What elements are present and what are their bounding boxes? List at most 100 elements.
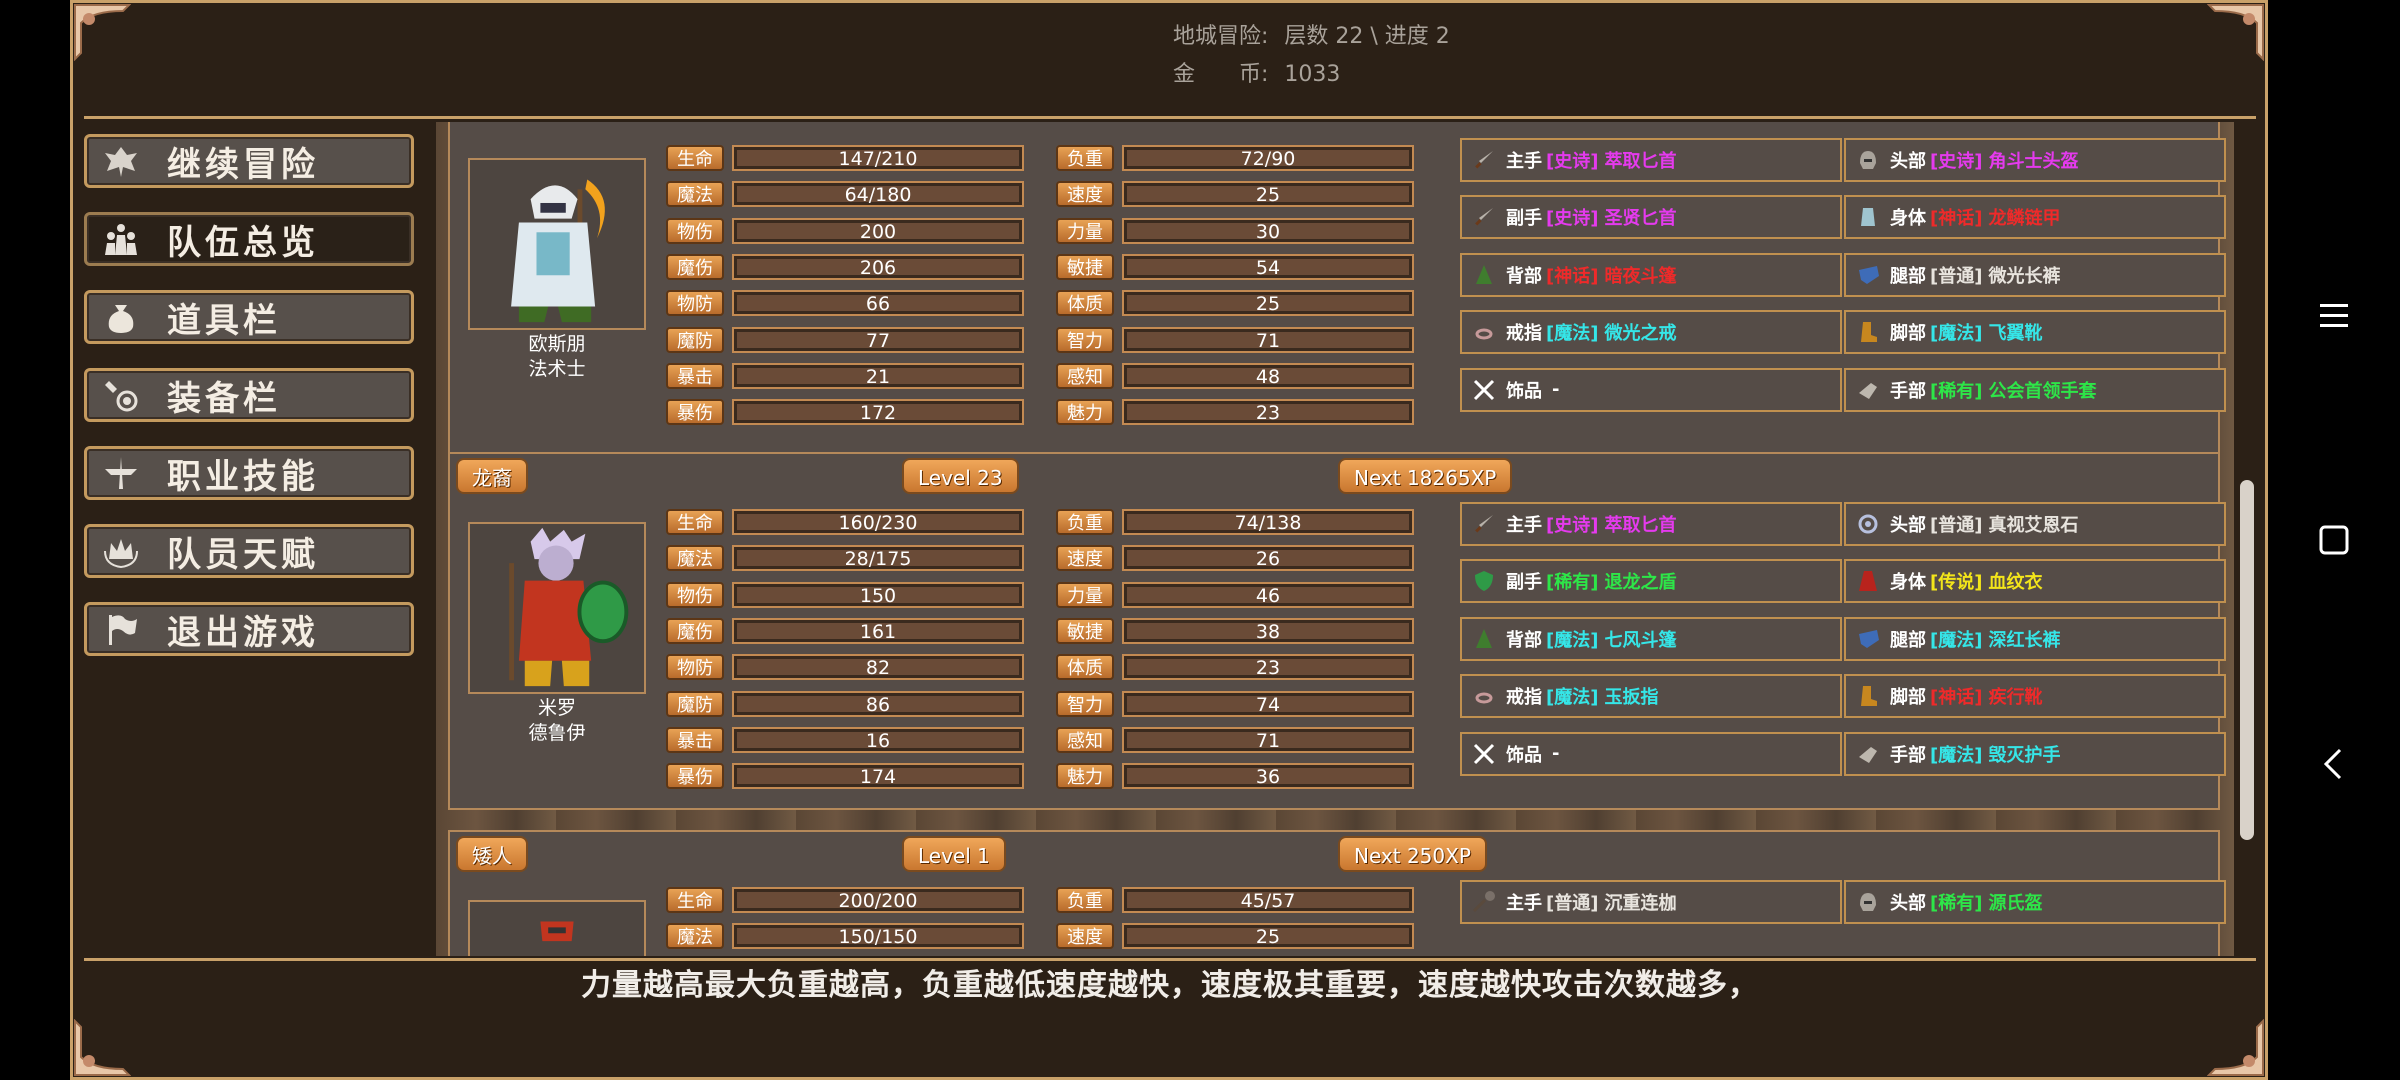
equipment-slot[interactable]: 背部 [魔法] 七风斗篷 — [1460, 616, 1842, 661]
stat-value: 82 — [732, 654, 1024, 681]
pants-icon — [1854, 261, 1882, 289]
stat-value: 147/210 — [732, 145, 1024, 171]
item-name: 沉重连枷 — [1604, 893, 1677, 914]
slot-name: 手部 — [1890, 744, 1926, 766]
equipment-slot[interactable]: 头部 [普通] 真视艾恩石 — [1844, 502, 2226, 546]
slot-name: 背部 — [1506, 629, 1542, 651]
stat-value: 174 — [732, 763, 1024, 790]
stat-row: 生命 200/200 — [666, 886, 1024, 914]
stat-row: 感知 71 — [1056, 726, 1414, 754]
equipment-slot[interactable]: 戒指 [魔法] 玉扳指 — [1460, 674, 1842, 719]
item-name: 七风斗篷 — [1604, 629, 1677, 651]
stat-label: 负重 — [1056, 887, 1114, 913]
stat-row: 速度 25 — [1056, 180, 1414, 208]
home-icon[interactable] — [2310, 516, 2358, 564]
stat-row: 力量 30 — [1056, 217, 1414, 245]
equipment-slot[interactable]: 饰品 - — [1460, 731, 1842, 776]
menu-item-2[interactable]: 道具栏 — [84, 290, 414, 344]
equipment-slot[interactable]: 副手 [史诗] 圣贤匕首 — [1460, 195, 1842, 240]
equipment-slot[interactable]: 腿部 [普通] 微光长裤 — [1844, 252, 2226, 297]
item-name: 萃取匕首 — [1604, 151, 1677, 172]
equipment-slot[interactable]: 身体 [传说] 血纹衣 — [1844, 559, 2226, 604]
menu-item-1[interactable]: 队伍总览 — [84, 212, 414, 266]
stat-label: 魔法 — [666, 923, 724, 950]
header-info: 地城冒险: 层数 22 \ 进度 2 金 币: 1033 — [1173, 18, 1450, 94]
stat-value: 23 — [1122, 654, 1414, 681]
equipment-slot[interactable]: 饰品 - — [1460, 367, 1842, 412]
gloves-icon — [1854, 376, 1882, 404]
equipment-slot[interactable]: 头部 [史诗] 角斗士头盔 — [1844, 138, 2226, 182]
ornament-corner-icon — [73, 1019, 131, 1077]
stat-label: 体质 — [1056, 290, 1114, 317]
slot-name: 戒指 — [1506, 687, 1542, 709]
equipment-slot[interactable]: 头部 [稀有] 源氏盔 — [1844, 880, 2226, 924]
ornament-corner-icon — [73, 3, 131, 61]
equipment-slot[interactable]: 主手 [普通] 沉重连枷 — [1460, 880, 1842, 924]
character-portrait[interactable] — [468, 522, 646, 694]
stat-value: 200/200 — [732, 887, 1024, 913]
equipment-slot[interactable]: 主手 [史诗] 萃取匕首 — [1460, 138, 1842, 182]
menu-label: 职业技能 — [167, 456, 319, 497]
character-portrait[interactable] — [468, 900, 646, 956]
menu-item-0[interactable]: 继续冒险 — [84, 134, 414, 188]
stat-row: 魔伤 206 — [666, 253, 1024, 281]
dragon-icon — [93, 138, 149, 184]
back-icon[interactable] — [2310, 740, 2358, 788]
stat-label: 魔法 — [666, 545, 724, 572]
equipment-slot[interactable]: 脚部 [神话] 疾行靴 — [1844, 674, 2226, 719]
slot-name: 脚部 — [1890, 687, 1926, 709]
menu-item-3[interactable]: 装备栏 — [84, 368, 414, 422]
stat-value: 25 — [1122, 181, 1414, 208]
item-name: - — [1552, 379, 1560, 401]
stat-row: 生命 147/210 — [666, 144, 1024, 172]
equipment-slot[interactable]: 背部 [神话] 暗夜斗篷 — [1460, 252, 1842, 297]
stat-value: 74 — [1122, 690, 1414, 717]
stat-value: 72/90 — [1122, 145, 1414, 171]
menu-item-4[interactable]: 职业技能 — [84, 446, 414, 500]
stat-label: 物防 — [666, 290, 724, 317]
item-name: 源氏盔 — [1988, 893, 2043, 914]
character-name-text: 欧斯朋 — [528, 333, 586, 355]
menu-item-5[interactable]: 队员天赋 — [84, 524, 414, 578]
item-name: 玉扳指 — [1604, 687, 1659, 709]
boots-icon — [1854, 318, 1882, 346]
menu-label: 退出游戏 — [167, 612, 319, 653]
item-name: 萃取匕首 — [1604, 515, 1677, 536]
stat-value: 54 — [1122, 253, 1414, 280]
equipment-slot[interactable]: 副手 [稀有] 退龙之盾 — [1460, 559, 1842, 604]
stone-icon — [1854, 510, 1882, 538]
stat-value: 25 — [1122, 923, 1414, 950]
equipment-slot[interactable]: 手部 [魔法] 毁灭护手 — [1844, 731, 2226, 776]
equipment-slot[interactable]: 手部 [稀有] 公会首领手套 — [1844, 367, 2226, 412]
ornament-corner-icon — [2207, 3, 2265, 61]
equipment-slot[interactable]: 脚部 [魔法] 飞翼靴 — [1844, 310, 2226, 355]
stat-value: 28/175 — [732, 545, 1024, 572]
member-card: 龙裔 Level 23 Next 18265XP 米罗 德鲁伊 生命 160/230 负重 74… — [448, 452, 2226, 810]
character-name-text: 米罗 — [537, 697, 576, 719]
stat-label: 魔防 — [666, 690, 724, 717]
empty-slot-icon — [1470, 376, 1498, 404]
stat-row: 暴伤 174 — [666, 762, 1024, 790]
party-overview-panel[interactable]: 欧斯朋 法术士 生命 147/210 负重 72/90 魔法 64/180 速度 25 物伤 200 力… — [436, 122, 2234, 956]
member-card: 欧斯朋 法术士 生命 147/210 负重 72/90 魔法 64/180 速度 25 物伤 200 力… — [448, 122, 2226, 496]
next-xp-badge: Next 250XP — [1338, 836, 1487, 872]
stat-value: 21 — [732, 362, 1024, 389]
stat-row: 魅力 36 — [1056, 762, 1414, 790]
stat-value: 45/57 — [1122, 887, 1414, 913]
slot-name: 饰品 — [1506, 744, 1542, 766]
race-badge[interactable]: 矮人 — [456, 836, 528, 872]
menu-item-6[interactable]: 退出游戏 — [84, 602, 414, 656]
equipment-slot[interactable]: 戒指 [魔法] 微光之戒 — [1460, 310, 1842, 355]
equipment-slot[interactable]: 主手 [史诗] 萃取匕首 — [1460, 502, 1842, 546]
stat-label: 物防 — [666, 654, 724, 681]
character-portrait[interactable] — [468, 158, 646, 330]
race-badge[interactable]: 龙裔 — [456, 458, 528, 494]
equipment-slot[interactable]: 腿部 [魔法] 深红长裤 — [1844, 616, 2226, 661]
stat-label: 智力 — [1056, 690, 1114, 717]
flail-icon — [1470, 888, 1498, 916]
item-rarity: [稀有] — [1930, 893, 1983, 914]
scrollbar[interactable] — [2240, 480, 2254, 840]
ring-icon — [1470, 682, 1498, 710]
menu-icon[interactable] — [2310, 292, 2358, 340]
equipment-slot[interactable]: 身体 [神话] 龙鳞链甲 — [1844, 195, 2226, 240]
